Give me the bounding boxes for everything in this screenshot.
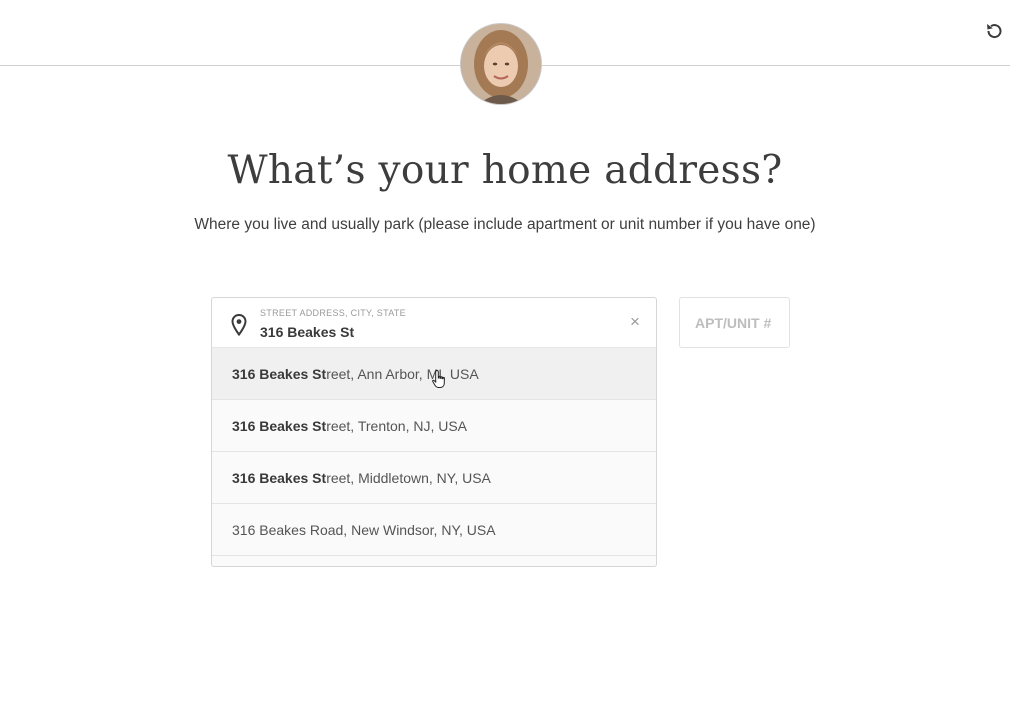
avatar [461,24,541,104]
page-title: What’s your home address? [227,148,783,193]
suggestion-item[interactable]: 316 Beakes Street, Middletown, NY, USA [212,452,656,504]
hand-cursor-icon [432,369,445,388]
suggestion-item[interactable]: 316 Beakes Street, Trenton, NJ, USA [212,400,656,452]
address-field-value[interactable]: 316 Beakes St [260,324,354,340]
suggestion-text: 316 Beakes Street, Trenton, NJ, USA [232,418,467,434]
suggestion-text: 316 Beakes Street, Middletown, NY, USA [232,470,491,486]
apt-unit-input[interactable]: APT/UNIT # [679,297,790,348]
clear-address-button[interactable]: × [628,313,642,330]
suggestion-match: 316 Beakes St [232,469,327,486]
address-field-label: STREET ADDRESS, CITY, STATE [260,308,406,318]
page-subtitle: Where you live and usually park (please … [194,216,816,233]
apt-unit-placeholder: APT/UNIT # [695,315,772,331]
suggestion-rest: reet, Middletown, NY, USA [326,469,491,486]
location-pin-icon [231,314,247,336]
avatar-photo-icon [461,24,541,104]
suggestion-rest: 316 Beakes Road, New Windsor, NY, USA [232,521,496,538]
address-input[interactable]: STREET ADDRESS, CITY, STATE 316 Beakes S… [211,297,657,348]
suggestion-match: 316 Beakes St [232,365,327,382]
suggestion-match: 316 Beakes St [232,417,327,434]
suggestion-text: 316 Beakes Road, New Windsor, NY, USA [232,522,496,538]
reset-button[interactable] [982,19,1006,43]
undo-icon [987,24,1002,39]
suggestion-item[interactable]: 316 Beakes Road, New Windsor, NY, USA [212,504,656,556]
suggestion-rest: reet, Ann Arbor, MI, USA [326,365,479,382]
suggestion-rest: reet, Trenton, NJ, USA [326,417,468,434]
